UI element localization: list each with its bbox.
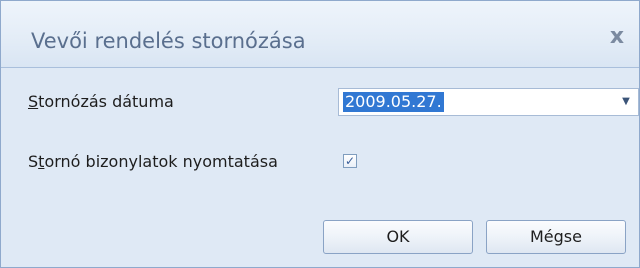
dialog-titlebar[interactable]: Vevői rendelés stornózása x xyxy=(1,1,639,68)
ok-button[interactable]: OK xyxy=(323,220,473,254)
print-documents-label: Stornó bizonylatok nyomtatása xyxy=(28,152,278,171)
chevron-down-icon[interactable]: ▼ xyxy=(618,93,634,111)
print-documents-checkbox[interactable]: ✓ xyxy=(343,154,357,168)
print-documents-label-text: ornó bizonylatok nyomtatása xyxy=(44,152,278,171)
storno-date-label: Stornózás dátuma xyxy=(28,92,174,111)
close-icon[interactable]: x xyxy=(607,26,627,48)
print-documents-label-prefix: S xyxy=(28,152,39,171)
dialog-title: Vevői rendelés stornózása xyxy=(31,29,306,53)
dialog-window: Vevői rendelés stornózása x Stornózás dá… xyxy=(0,0,640,268)
storno-date-label-text: tornózás dátuma xyxy=(38,92,174,111)
storno-date-field[interactable]: 2009.05.27. ▼ xyxy=(338,88,639,116)
check-icon: ✓ xyxy=(344,154,356,168)
storno-date-label-hotkey: S xyxy=(28,92,39,111)
storno-date-value[interactable]: 2009.05.27. xyxy=(343,92,444,112)
dialog-body: Stornózás dátuma 2009.05.27. ▼ Stornó bi… xyxy=(1,68,639,267)
cancel-button[interactable]: Mégse xyxy=(486,220,626,254)
